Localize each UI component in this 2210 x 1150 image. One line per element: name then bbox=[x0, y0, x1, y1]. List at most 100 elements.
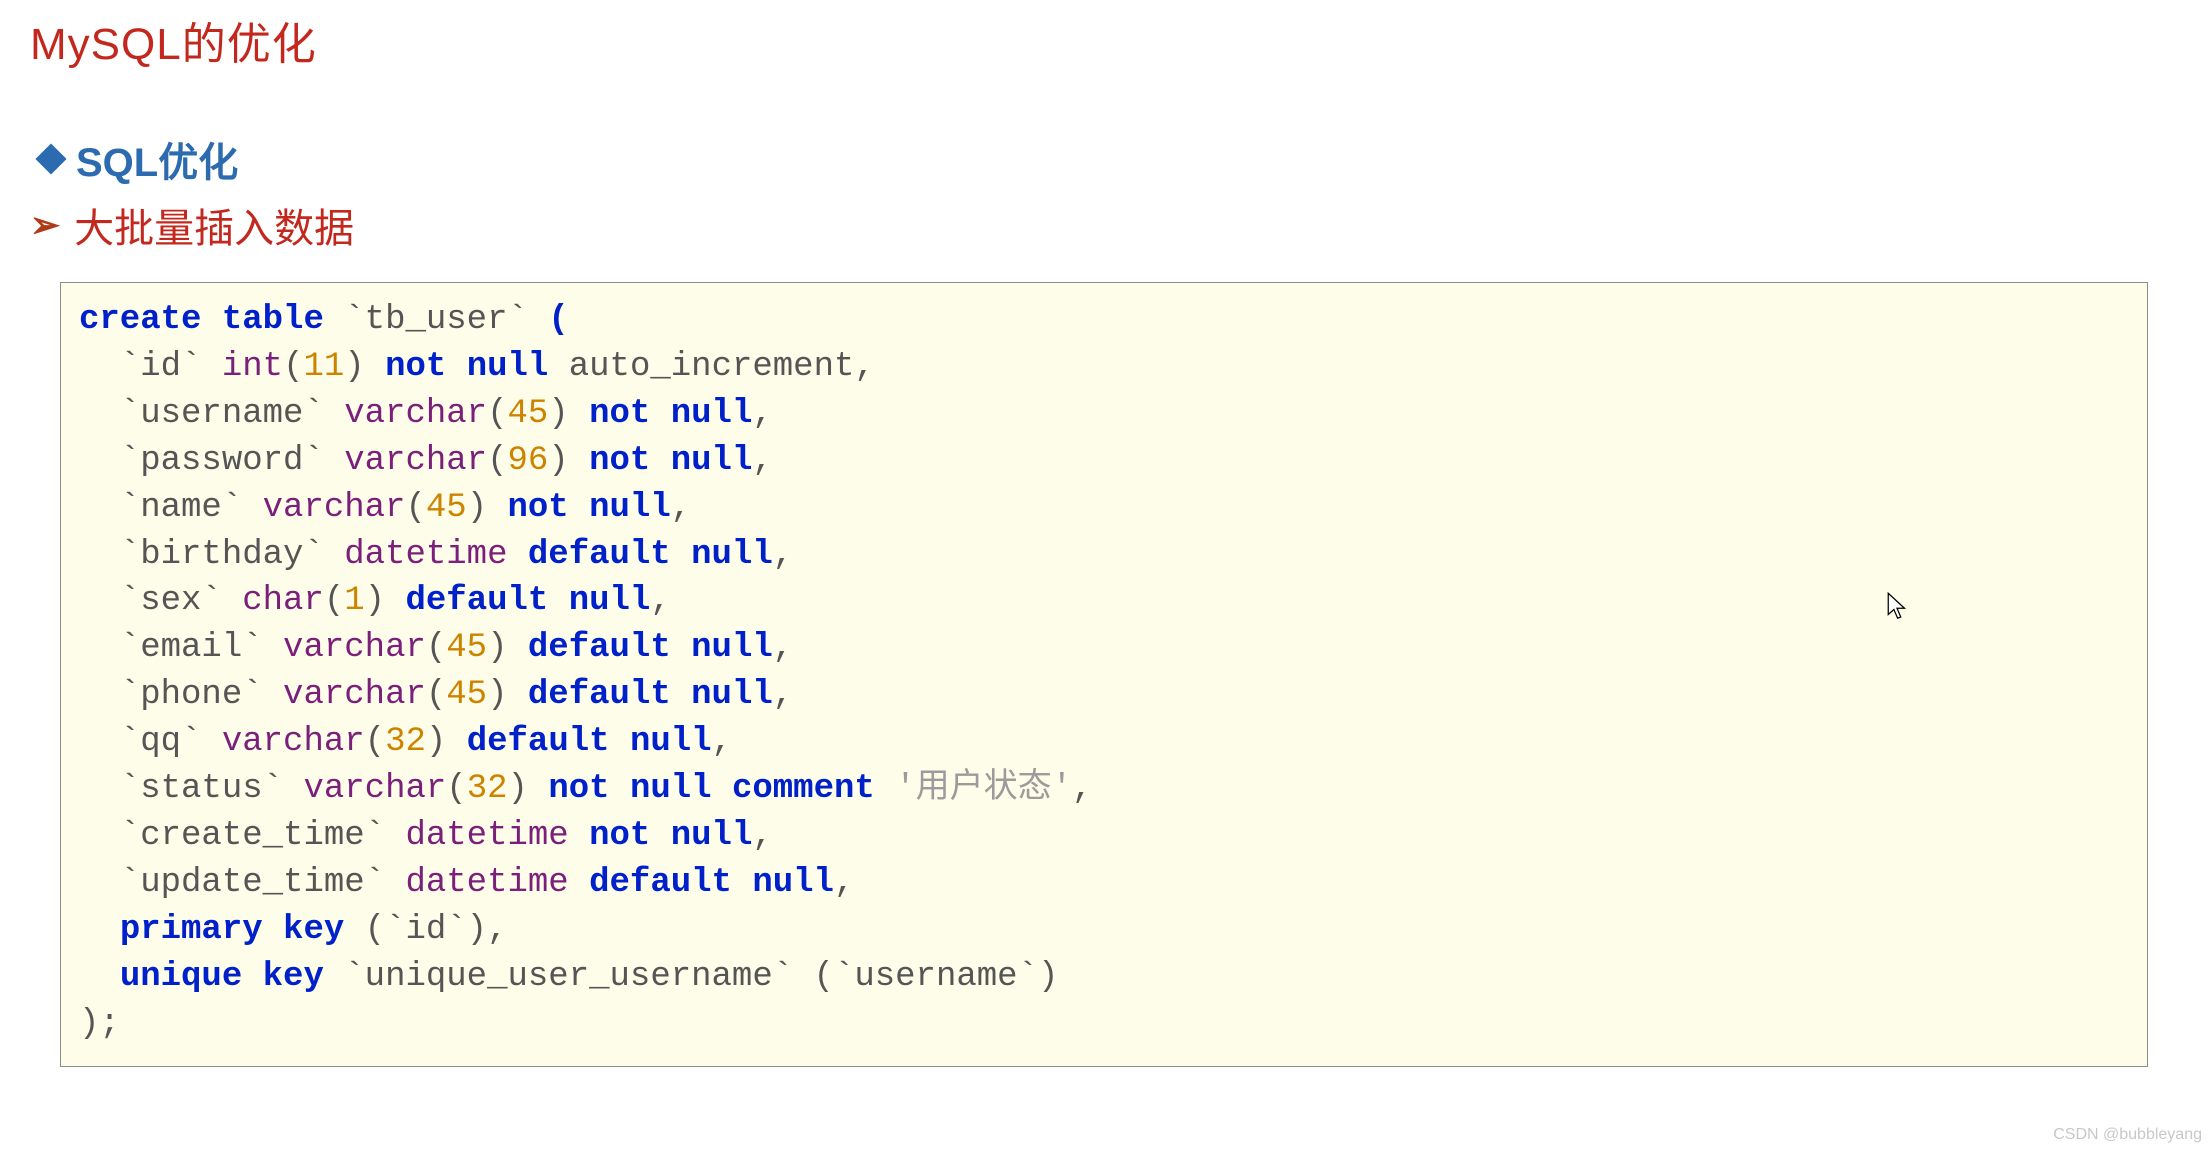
code-token: varchar bbox=[344, 442, 487, 480]
code-line: `sex` char(1) default null, bbox=[79, 578, 2129, 625]
code-token: not bbox=[508, 489, 569, 527]
code-token: , bbox=[773, 676, 793, 714]
code-token bbox=[507, 536, 527, 574]
code-token: table bbox=[222, 301, 324, 339]
code-line: `qq` varchar(32) default null, bbox=[79, 719, 2129, 766]
code-token: char bbox=[242, 582, 324, 620]
code-token: , bbox=[1072, 770, 1092, 808]
code-token: default bbox=[405, 582, 548, 620]
code-token: varchar bbox=[222, 723, 365, 761]
code-line: ); bbox=[79, 1001, 2129, 1048]
code-token: not bbox=[589, 817, 650, 855]
arrow-bullet-icon: ➢ bbox=[30, 207, 60, 243]
code-token: ( bbox=[426, 676, 446, 714]
code-token bbox=[548, 582, 568, 620]
code-token: ) bbox=[487, 676, 528, 714]
code-token: varchar bbox=[303, 770, 446, 808]
code-token: '用户状态' bbox=[895, 770, 1072, 808]
code-token: `tb_user` bbox=[324, 301, 548, 339]
code-token: null bbox=[589, 489, 671, 527]
code-token: ) bbox=[548, 395, 589, 433]
code-token: key bbox=[283, 911, 344, 949]
code-token bbox=[263, 911, 283, 949]
code-token bbox=[610, 723, 630, 761]
code-token: , bbox=[773, 629, 793, 667]
code-token: not bbox=[385, 348, 446, 386]
code-token: ) bbox=[487, 629, 528, 667]
code-token: key bbox=[263, 958, 324, 996]
code-token bbox=[610, 770, 630, 808]
code-token: 45 bbox=[446, 629, 487, 667]
code-line: `password` varchar(96) not null, bbox=[79, 438, 2129, 485]
code-token: int bbox=[222, 348, 283, 386]
code-token: , bbox=[712, 723, 732, 761]
code-token: not bbox=[589, 395, 650, 433]
sql-code-block: create table `tb_user` ( `id` int(11) no… bbox=[60, 282, 2148, 1067]
code-token: default bbox=[528, 676, 671, 714]
code-token: , bbox=[752, 442, 772, 480]
code-token: null bbox=[671, 817, 753, 855]
code-token: comment bbox=[732, 770, 875, 808]
code-token: `name` bbox=[120, 489, 263, 527]
code-token: unique bbox=[120, 958, 242, 996]
code-token: null bbox=[569, 582, 651, 620]
code-line: create table `tb_user` ( bbox=[79, 297, 2129, 344]
code-token: null bbox=[671, 442, 753, 480]
code-token: 1 bbox=[344, 582, 364, 620]
code-token: ( bbox=[548, 301, 568, 339]
code-token: `status` bbox=[120, 770, 304, 808]
code-token: 11 bbox=[303, 348, 344, 386]
code-token: 96 bbox=[507, 442, 548, 480]
code-token: default bbox=[467, 723, 610, 761]
code-token: `unique_user_username` (`username`) bbox=[324, 958, 1059, 996]
code-token: 45 bbox=[446, 676, 487, 714]
code-line: `status` varchar(32) not null comment '用… bbox=[79, 766, 2129, 813]
code-token: ) bbox=[467, 489, 508, 527]
code-token bbox=[671, 536, 691, 574]
code-token bbox=[650, 817, 670, 855]
code-line: `birthday` datetime default null, bbox=[79, 532, 2129, 579]
code-line: primary key (`id`), bbox=[79, 907, 2129, 954]
code-token: ) bbox=[508, 770, 549, 808]
code-token: 45 bbox=[507, 395, 548, 433]
code-token: ( bbox=[487, 442, 507, 480]
code-token: default bbox=[589, 864, 732, 902]
code-token bbox=[569, 864, 589, 902]
code-line: `username` varchar(45) not null, bbox=[79, 391, 2129, 438]
code-token: auto_increment, bbox=[548, 348, 874, 386]
code-token: create bbox=[79, 301, 201, 339]
code-token: ); bbox=[79, 1005, 120, 1043]
code-token: `email` bbox=[120, 629, 283, 667]
code-token: ( bbox=[324, 582, 344, 620]
code-token bbox=[650, 442, 670, 480]
code-line: `create_time` datetime not null, bbox=[79, 813, 2129, 860]
watermark-text: CSDN @bubbleyang bbox=[2053, 1126, 2202, 1144]
code-token bbox=[712, 770, 732, 808]
code-token: ( bbox=[446, 770, 466, 808]
section-row: ➢ 大批量插入数据 bbox=[30, 196, 354, 254]
code-token: ) bbox=[365, 582, 406, 620]
section-text: 大批量插入数据 bbox=[74, 196, 354, 254]
code-line: unique key `unique_user_username` (`user… bbox=[79, 954, 2129, 1001]
code-token: `sex` bbox=[120, 582, 242, 620]
code-token: not bbox=[548, 770, 609, 808]
code-token: `birthday` bbox=[120, 536, 344, 574]
code-token: datetime bbox=[405, 817, 568, 855]
subheading-row: SQL优化 bbox=[40, 130, 238, 188]
code-token: , bbox=[752, 395, 772, 433]
code-line: `email` varchar(45) default null, bbox=[79, 625, 2129, 672]
code-token: `update_time` bbox=[120, 864, 406, 902]
code-token: varchar bbox=[263, 489, 406, 527]
code-token bbox=[650, 395, 670, 433]
code-token: primary bbox=[120, 911, 263, 949]
code-token: 32 bbox=[467, 770, 508, 808]
code-token: datetime bbox=[405, 864, 568, 902]
code-token: default bbox=[528, 629, 671, 667]
code-line: `phone` varchar(45) default null, bbox=[79, 672, 2129, 719]
code-token: null bbox=[467, 348, 549, 386]
code-token: , bbox=[671, 489, 691, 527]
code-token: null bbox=[691, 536, 773, 574]
code-token bbox=[732, 864, 752, 902]
code-token bbox=[569, 489, 589, 527]
code-token bbox=[671, 676, 691, 714]
